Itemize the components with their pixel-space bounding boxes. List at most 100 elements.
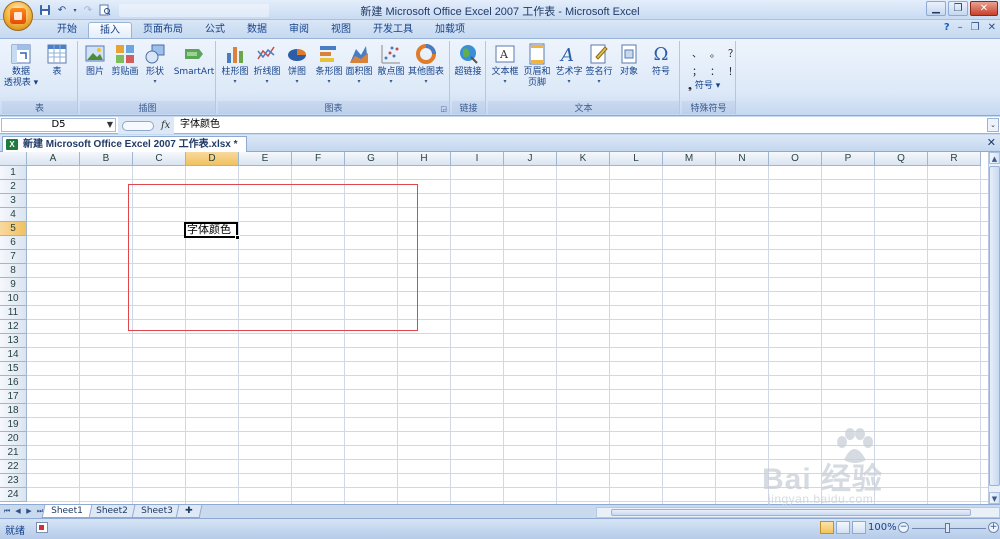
row-header[interactable]: 1 [0,166,27,180]
bar-chart-button[interactable]: 条形图 ▾ [314,43,344,86]
column-header[interactable]: J [504,152,557,166]
tab-insert[interactable]: 插入 [88,22,132,38]
row-header[interactable]: 8 [0,264,27,278]
column-header[interactable]: N [716,152,769,166]
symbol-item[interactable]: ！ [724,63,742,78]
help-icon[interactable]: ? [944,22,950,33]
clipart-button[interactable]: 剪贴画 [110,43,140,78]
row-header[interactable]: 3 [0,194,27,208]
column-header[interactable]: M [663,152,716,166]
row-header[interactable]: 5 [0,222,27,236]
column-header[interactable]: K [557,152,610,166]
office-button[interactable] [3,1,33,31]
row-header[interactable]: 20 [0,432,27,446]
next-sheet-icon[interactable]: ▶ [24,506,34,517]
header-footer-button[interactable]: 页眉和 页脚 [522,43,552,89]
charts-dialog-launcher-icon[interactable]: ◲ [440,105,447,113]
other-charts-button[interactable]: 其他图表 ▾ [408,43,444,86]
symbol-item[interactable]: ： [706,63,724,78]
hyperlink-button[interactable]: 超链接 [453,43,483,78]
formula-expand-icon[interactable]: ⌄ [987,118,999,132]
workbook-restore-icon[interactable]: ❐ [971,22,980,33]
tab-formulas[interactable]: 公式 [194,22,236,38]
row-header[interactable]: 2 [0,180,27,194]
row-header[interactable]: 12 [0,320,27,334]
row-header[interactable]: 23 [0,474,27,488]
row-header[interactable]: 22 [0,460,27,474]
workbook-tab-close-icon[interactable]: ✕ [987,136,996,149]
select-all-corner[interactable] [0,152,27,166]
wordart-button[interactable]: A 艺术字 ▾ [554,43,584,86]
vertical-scrollbar[interactable]: ▲ ▼ [988,152,1000,504]
active-cell-d5[interactable]: 字体颜色 [184,222,240,240]
zoom-level[interactable]: 100% [868,522,897,533]
picture-button[interactable]: 图片 [80,43,110,78]
row-header[interactable]: 14 [0,348,27,362]
column-header[interactable]: E [239,152,292,166]
column-header[interactable]: B [80,152,133,166]
name-box-dropdown-icon[interactable]: ▼ [107,119,113,131]
shapes-button[interactable]: 形状 ▾ [140,43,170,86]
row-header[interactable]: 17 [0,390,27,404]
workbook-tab[interactable]: X 新建 Microsoft Office Excel 2007 工作表.xls… [2,136,247,152]
textbox-button[interactable]: A 文本框 ▾ [490,43,520,86]
column-header[interactable]: R [928,152,981,166]
row-header[interactable]: 19 [0,418,27,432]
row-header[interactable]: 7 [0,250,27,264]
sheet-tab[interactable]: Sheet1 [41,505,93,518]
tab-view[interactable]: 视图 [320,22,362,38]
macro-record-icon[interactable] [36,522,48,533]
formula-input[interactable]: 字体颜色 [176,118,986,132]
fill-handle[interactable] [235,235,240,240]
row-header[interactable]: 16 [0,376,27,390]
pie-chart-button[interactable]: 饼图 ▾ [282,43,312,86]
column-header[interactable]: F [292,152,345,166]
formula-resize-handle[interactable] [121,120,154,131]
page-break-view-icon[interactable] [852,521,866,534]
prev-sheet-icon[interactable]: ◀ [13,506,23,517]
tab-add-ins[interactable]: 加载项 [424,22,476,38]
object-button[interactable]: 对象 [614,43,644,78]
column-header[interactable]: G [345,152,398,166]
symbol-item[interactable]: 、 [688,45,706,60]
column-header[interactable]: H [398,152,451,166]
table-button[interactable]: 表 [42,43,72,78]
column-header[interactable]: L [610,152,663,166]
row-header[interactable]: 11 [0,306,27,320]
column-header[interactable]: D [186,152,239,166]
smartart-button[interactable]: SmartArt [174,43,214,78]
sheet-tab[interactable]: Sheet2 [86,505,137,518]
zoom-in-icon[interactable]: + [988,522,999,533]
special-symbol-menu-button[interactable]: ❟ 符号 ▾ [688,81,720,92]
restore-icon[interactable]: ❐ [948,1,968,16]
symbol-item[interactable]: ？ [724,45,742,60]
pivot-table-button[interactable]: 数据 透视表 ▾ [4,43,38,89]
tab-page-layout[interactable]: 页面布局 [132,22,194,38]
row-header[interactable]: 4 [0,208,27,222]
scroll-up-icon[interactable]: ▲ [989,152,1000,164]
sheet-tab[interactable]: Sheet3 [131,505,182,518]
symbol-button[interactable]: Ω 符号 [646,43,676,78]
row-header[interactable]: 21 [0,446,27,460]
row-header[interactable]: 24 [0,488,27,502]
scroll-down-icon[interactable]: ▼ [989,492,1000,504]
minimize-icon[interactable]: ▁ [926,1,946,16]
symbol-item[interactable]: 。 [706,45,724,60]
row-header[interactable]: 13 [0,334,27,348]
row-header[interactable]: 18 [0,404,27,418]
column-header[interactable]: P [822,152,875,166]
row-header[interactable]: 10 [0,292,27,306]
vertical-scroll-thumb[interactable] [989,166,1000,486]
symbol-item[interactable]: ； [688,63,706,78]
column-header[interactable]: I [451,152,504,166]
row-header[interactable]: 15 [0,362,27,376]
tab-review[interactable]: 审阅 [278,22,320,38]
zoom-out-icon[interactable]: − [898,522,909,533]
column-chart-button[interactable]: 柱形图 ▾ [220,43,250,86]
tab-data[interactable]: 数据 [236,22,278,38]
column-header[interactable]: A [27,152,80,166]
scatter-chart-button[interactable]: 散点图 ▾ [376,43,406,86]
tab-developer[interactable]: 开发工具 [362,22,424,38]
row-header[interactable]: 6 [0,236,27,250]
area-chart-button[interactable]: 面积图 ▾ [344,43,374,86]
